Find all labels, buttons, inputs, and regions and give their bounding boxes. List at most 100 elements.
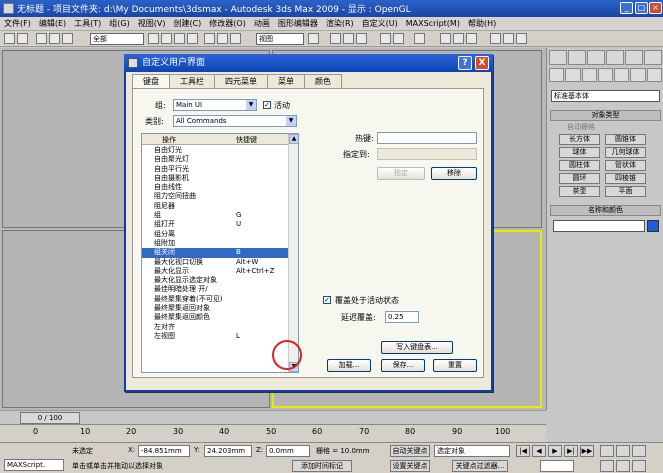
go-to-end-icon[interactable]: ▶▶ <box>580 445 594 457</box>
key-mode-dropdown[interactable]: 选定对象 <box>434 445 510 457</box>
cone-button[interactable]: 圆锥体 <box>605 134 646 145</box>
close-button[interactable]: × <box>649 2 662 14</box>
action-row[interactable]: 组附加 <box>142 239 289 248</box>
dialog-close-button[interactable]: X <box>475 56 489 70</box>
plane-button[interactable]: 平面 <box>605 186 646 197</box>
region-select-icon[interactable] <box>174 33 185 44</box>
action-row[interactable]: 最佳明暗处理 开/ <box>142 285 289 294</box>
tab-toolbars[interactable]: 工具栏 <box>169 74 215 88</box>
scale-icon[interactable] <box>230 33 241 44</box>
maxscript-listener[interactable]: MAXScript. <box>4 459 64 471</box>
move-icon[interactable] <box>204 33 215 44</box>
menu-customize[interactable]: 自定义(U) <box>358 18 402 29</box>
menu-group[interactable]: 组(G) <box>105 18 133 29</box>
shapes-icon[interactable] <box>565 68 581 82</box>
add-time-tag-button[interactable]: 添加时间标记 <box>292 460 352 472</box>
pan-icon[interactable] <box>600 460 614 472</box>
object-name-field[interactable] <box>553 220 645 232</box>
menu-edit[interactable]: 编辑(E) <box>35 18 70 29</box>
utilities-tab[interactable] <box>644 50 662 65</box>
align-icon[interactable] <box>393 33 404 44</box>
space-warps-icon[interactable] <box>630 68 646 82</box>
percent-snap-icon[interactable] <box>356 33 367 44</box>
menu-help[interactable]: 帮助(H) <box>464 18 500 29</box>
schematic-view-icon[interactable] <box>453 33 464 44</box>
autogrid-checkbox[interactable]: 自动栅格 <box>567 122 595 132</box>
active-checkbox[interactable]: ✓ <box>263 101 271 109</box>
action-row[interactable]: 最大化显示 Alt+Ctrl+Z <box>142 267 289 276</box>
sphere-button[interactable]: 球体 <box>559 147 600 158</box>
helpers-icon[interactable] <box>614 68 630 82</box>
action-row[interactable]: 组G <box>142 211 289 220</box>
app-icon[interactable] <box>3 3 14 14</box>
teapot-button[interactable]: 茶壶 <box>559 186 600 197</box>
hotkey-field[interactable] <box>377 132 477 144</box>
action-row[interactable]: 组分离 <box>142 230 289 239</box>
zoom-extents-icon[interactable] <box>632 445 646 457</box>
undo-icon[interactable] <box>4 33 15 44</box>
current-frame-field[interactable] <box>540 460 574 472</box>
group-dropdown[interactable]: Main UI ▼ <box>173 99 257 111</box>
select-object-icon[interactable] <box>148 33 159 44</box>
cameras-icon[interactable] <box>597 68 614 82</box>
previous-frame-icon[interactable]: ◀ <box>532 445 546 457</box>
menu-graph-editors[interactable]: 图形编辑器 <box>274 18 322 29</box>
select-by-name-icon[interactable] <box>161 33 172 44</box>
zoom-icon[interactable] <box>600 445 614 457</box>
assign-button[interactable]: 指定 <box>377 167 425 180</box>
next-frame-icon[interactable]: ▶| <box>564 445 578 457</box>
angle-snap-icon[interactable] <box>343 33 354 44</box>
action-row[interactable]: 阻尼器 <box>142 202 289 211</box>
rotate-icon[interactable] <box>217 33 228 44</box>
curve-editor-icon[interactable] <box>440 33 451 44</box>
modify-tab[interactable] <box>568 50 586 65</box>
cylinder-button[interactable]: 圆柱体 <box>559 160 600 171</box>
name-color-rollout[interactable]: 名称和颜色 <box>550 205 661 216</box>
action-row[interactable]: 自由灯光 <box>142 146 289 155</box>
link-icon[interactable] <box>36 33 47 44</box>
time-slider[interactable]: 0 / 100 <box>0 410 546 424</box>
play-icon[interactable]: ▶ <box>548 445 562 457</box>
y-coordinate-field[interactable]: 24.203mm <box>204 445 252 457</box>
action-row[interactable]: 组打开 U <box>142 220 289 229</box>
bind-space-warp-icon[interactable] <box>62 33 73 44</box>
geosphere-button[interactable]: 几何球体 <box>605 147 646 158</box>
action-row[interactable]: 自由平行光 <box>142 165 289 174</box>
column-action[interactable]: 操作 <box>162 135 176 145</box>
reference-coord-dropdown[interactable]: 视图 <box>256 33 304 45</box>
action-row[interactable]: 左对齐 <box>142 323 289 332</box>
box-button[interactable]: 长方体 <box>559 134 600 145</box>
zoom-all-icon[interactable] <box>616 445 630 457</box>
track-bar[interactable]: 0 10 20 30 40 50 60 70 80 90 100 <box>0 424 546 442</box>
render-frame-icon[interactable] <box>503 33 514 44</box>
display-tab[interactable] <box>625 50 643 65</box>
dialog-title-bar[interactable]: 自定义用户界面 ? X <box>124 54 493 72</box>
remove-button[interactable]: 移除 <box>431 167 477 180</box>
quick-render-icon[interactable] <box>516 33 527 44</box>
tab-colors[interactable]: 颜色 <box>304 74 342 88</box>
load-button[interactable]: 加载... <box>327 359 371 372</box>
action-row[interactable]: 最终聚集返回对象 <box>142 304 289 313</box>
menu-modifiers[interactable]: 修改器(O) <box>205 18 250 29</box>
menu-rendering[interactable]: 渲染(R) <box>322 18 358 29</box>
minimize-button[interactable]: _ <box>620 2 633 14</box>
action-row[interactable]: 组关闭 B <box>142 248 289 258</box>
action-row[interactable]: 最终聚集穿着(不可见) <box>142 295 289 304</box>
delay-overlay-field[interactable]: 0.25 <box>385 311 419 323</box>
write-keyboard-chart-button[interactable]: 写入键盘表... <box>381 341 453 354</box>
auto-key-button[interactable]: 自动关键点 <box>390 445 430 457</box>
action-row[interactable]: 左视图 L <box>142 332 289 341</box>
orbit-icon[interactable] <box>616 460 630 472</box>
action-list[interactable]: 操作 快捷键 自由灯光 自由聚光灯 自由平行光 自由摄影机 自由线性 阻力空间扭曲 阻尼器组… <box>141 133 299 373</box>
time-slider-thumb[interactable]: 0 / 100 <box>20 412 80 424</box>
object-type-rollout[interactable]: 对象类型 <box>550 110 661 121</box>
scroll-up-icon[interactable]: ▲ <box>289 134 298 144</box>
z-coordinate-field[interactable]: 0.0mm <box>266 445 310 457</box>
maximize-button[interactable]: □ <box>635 2 648 14</box>
redo-icon[interactable] <box>17 33 28 44</box>
menu-animation[interactable]: 动画 <box>250 18 274 29</box>
set-key-button[interactable]: 设置关键点 <box>390 460 430 472</box>
tab-menus[interactable]: 菜单 <box>267 74 305 88</box>
selection-filter-dropdown[interactable]: 全部 <box>90 33 144 45</box>
snap-icon[interactable] <box>330 33 341 44</box>
